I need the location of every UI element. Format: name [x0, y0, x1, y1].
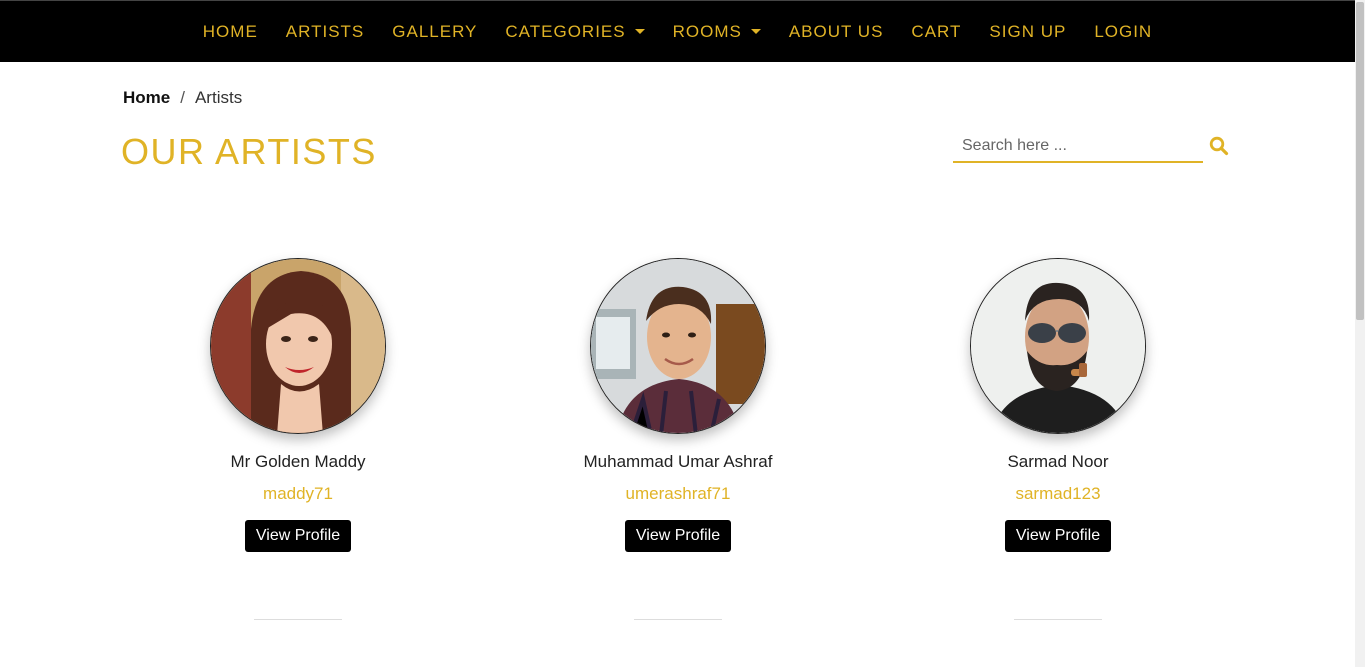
artist-card: Sarmad Noor sarmad123 View Profile: [938, 258, 1178, 552]
search-icon[interactable]: [1209, 136, 1229, 156]
artist-card: Mr Golden Maddy maddy71 View Profile: [178, 258, 418, 552]
card-divider: [254, 619, 342, 620]
artist-name: Sarmad Noor: [1007, 452, 1109, 471]
card-divider: [1014, 619, 1102, 620]
nav-item-sign-up[interactable]: SIGN UP: [989, 22, 1066, 42]
breadcrumb: Home / Artists: [123, 88, 242, 108]
nav-label: LOGIN: [1094, 21, 1153, 41]
top-navbar: HOME ARTISTS GALLERY CATEGORIES ROOMS AB…: [0, 0, 1355, 62]
artist-name: Muhammad Umar Ashraf: [583, 452, 773, 471]
search-input[interactable]: [953, 130, 1203, 163]
view-profile-button[interactable]: View Profile: [1004, 520, 1112, 552]
breadcrumb-home-link[interactable]: Home: [123, 88, 170, 108]
nav-label: CATEGORIES: [505, 21, 626, 41]
nav-item-gallery[interactable]: GALLERY: [392, 22, 477, 42]
nav-label: CART: [911, 21, 962, 41]
nav-item-cart[interactable]: CART: [911, 22, 961, 42]
nav-label: ARTISTS: [285, 21, 365, 41]
artist-card: Muhammad Umar Ashraf umerashraf71 View P…: [558, 258, 798, 552]
nav-item-home[interactable]: HOME: [203, 22, 258, 42]
artist-username[interactable]: sarmad123: [938, 484, 1178, 504]
caret-down-icon: [750, 29, 761, 34]
nav-item-about-us[interactable]: ABOUT US: [789, 22, 884, 42]
nav-label: GALLERY: [392, 21, 478, 41]
page-scrollbar[interactable]: [1355, 0, 1365, 667]
nav-item-categories[interactable]: CATEGORIES: [505, 21, 645, 42]
page-title: OUR ARTISTS: [121, 131, 377, 172]
nav-item-artists[interactable]: ARTISTS: [286, 22, 364, 42]
card-divider: [634, 619, 722, 620]
nav-label: ROOMS: [672, 21, 742, 41]
artist-avatar[interactable]: [210, 258, 386, 434]
artist-avatar[interactable]: [970, 258, 1146, 434]
nav-label: ABOUT US: [788, 21, 884, 41]
artist-name: Mr Golden Maddy: [230, 452, 366, 471]
artist-avatar[interactable]: [590, 258, 766, 434]
caret-down-icon: [634, 29, 645, 34]
view-profile-button[interactable]: View Profile: [244, 520, 352, 552]
nav-item-login[interactable]: LOGIN: [1094, 22, 1152, 42]
artist-username[interactable]: umerashraf71: [558, 484, 798, 504]
breadcrumb-current: Artists: [194, 88, 243, 107]
nav-label: HOME: [202, 21, 258, 41]
nav-label: SIGN UP: [989, 21, 1067, 41]
breadcrumb-separator: /: [180, 88, 185, 107]
scrollbar-thumb[interactable]: [1356, 2, 1364, 320]
search-bar: [953, 130, 1229, 164]
view-profile-button[interactable]: View Profile: [624, 520, 732, 552]
artist-username[interactable]: maddy71: [178, 484, 418, 504]
nav-item-rooms[interactable]: ROOMS: [673, 22, 761, 42]
